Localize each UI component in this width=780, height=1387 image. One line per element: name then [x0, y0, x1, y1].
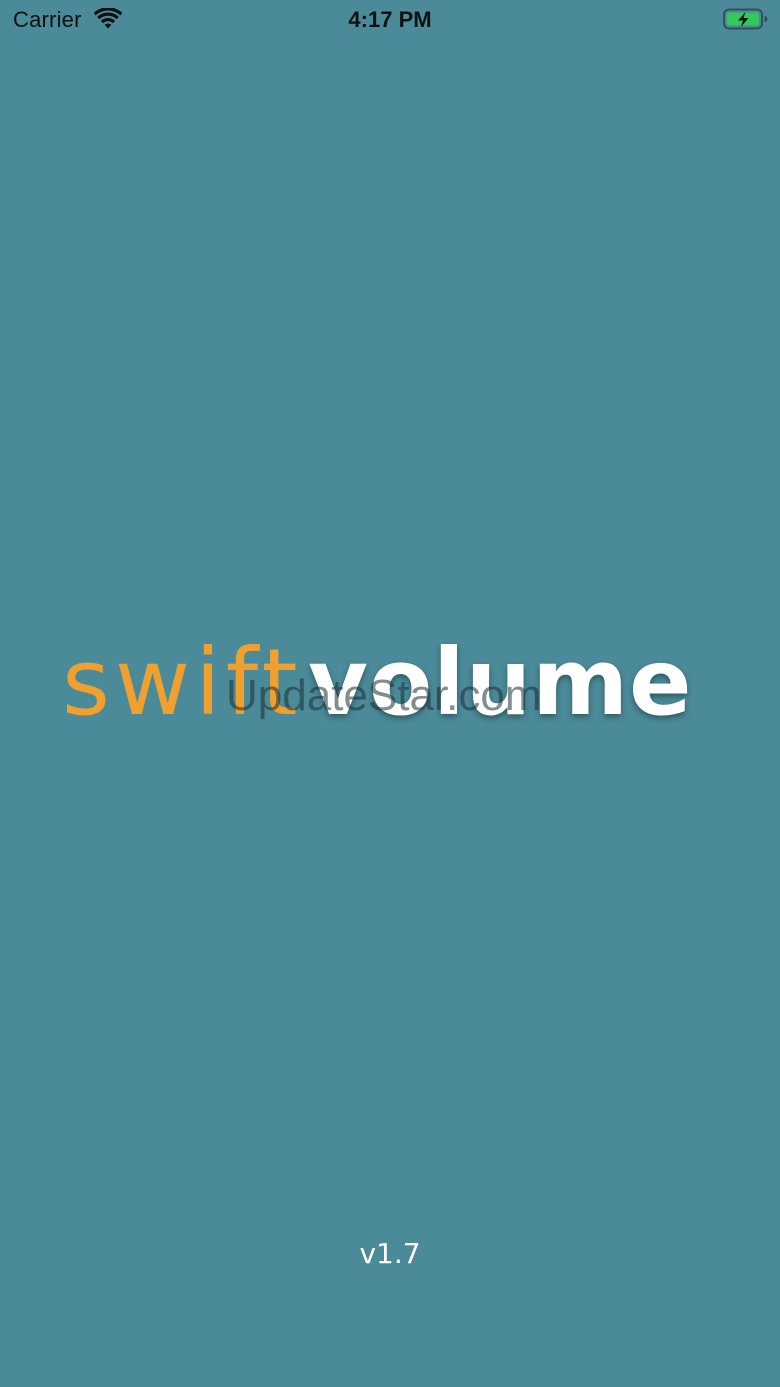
status-bar: Carrier 4:17 PM — [0, 0, 780, 40]
watermark-text: UpdateStar.com — [226, 671, 542, 720]
splash-screen: Carrier 4:17 PM swift volume UpdateStar.… — [0, 0, 780, 1387]
battery-charging-icon — [723, 8, 768, 30]
status-time: 4:17 PM — [348, 7, 432, 32]
version-label: v1.7 — [359, 1237, 421, 1270]
